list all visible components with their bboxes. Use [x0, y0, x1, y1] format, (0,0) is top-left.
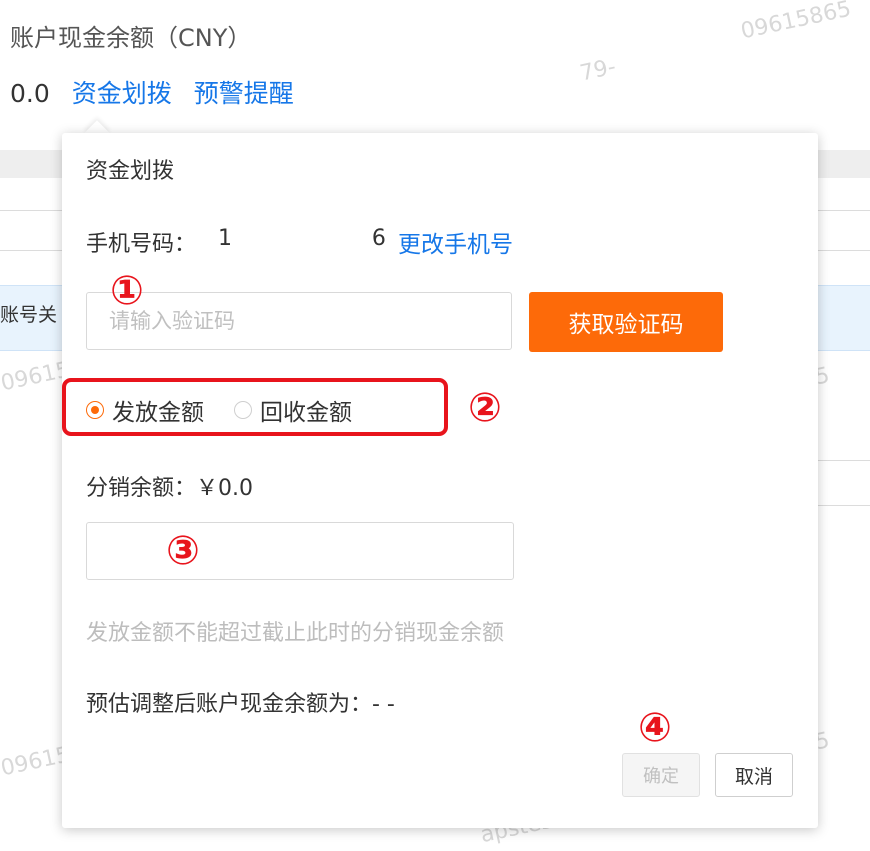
radio-issue[interactable]: 发放金额 — [86, 393, 204, 427]
phone-value: 1 6 — [218, 226, 386, 251]
confirm-button[interactable]: 确定 — [622, 753, 700, 797]
step-2-marker: ② — [468, 385, 502, 431]
change-phone-link[interactable]: 更改手机号 — [398, 225, 513, 259]
alert-link[interactable]: 预警提醒 — [194, 79, 294, 108]
step-4-marker: ④ — [638, 705, 672, 751]
phone-label: 手机号码： — [86, 232, 197, 257]
transfer-link[interactable]: 资金划拨 — [72, 79, 172, 108]
radio-checked-icon[interactable] — [86, 401, 104, 419]
radio-unchecked-icon[interactable] — [234, 401, 252, 419]
radio-recover[interactable]: 回收金额 — [234, 393, 352, 427]
get-code-button[interactable]: 获取验证码 — [529, 292, 723, 352]
page-title: 账户现金余额（CNY） — [10, 24, 252, 52]
balance-row: 0.0 资金划拨 预警提醒 — [10, 74, 308, 110]
account-label: 账号关 — [0, 304, 58, 326]
step-1-marker: ① — [110, 268, 144, 314]
popover-title: 资金划拨 — [86, 159, 175, 184]
watermark: 79- — [577, 54, 619, 87]
transfer-popover: 资金划拨 手机号码： 1 6 更改手机号 获取验证码 发放金额 回收金额 分销余… — [62, 133, 818, 828]
radio-issue-label: 发放金额 — [112, 400, 204, 426]
cancel-button[interactable]: 取消 — [715, 753, 793, 797]
watermark: 09615865 — [738, 0, 854, 45]
balance-value: 0.0 — [10, 79, 50, 108]
radio-recover-label: 回收金额 — [260, 400, 352, 426]
step-3-marker: ③ — [166, 528, 200, 574]
amount-hint: 发放金额不能超过截止此时的分销现金余额 — [86, 621, 505, 646]
amount-type-radio-group: 发放金额 回收金额 — [86, 392, 382, 428]
amount-input[interactable] — [86, 522, 514, 580]
verification-code-input[interactable] — [86, 292, 512, 350]
distribution-balance: 分销余额：￥0.0 — [86, 476, 253, 501]
estimated-balance: 预估调整后账户现金余额为：- - — [86, 692, 395, 717]
